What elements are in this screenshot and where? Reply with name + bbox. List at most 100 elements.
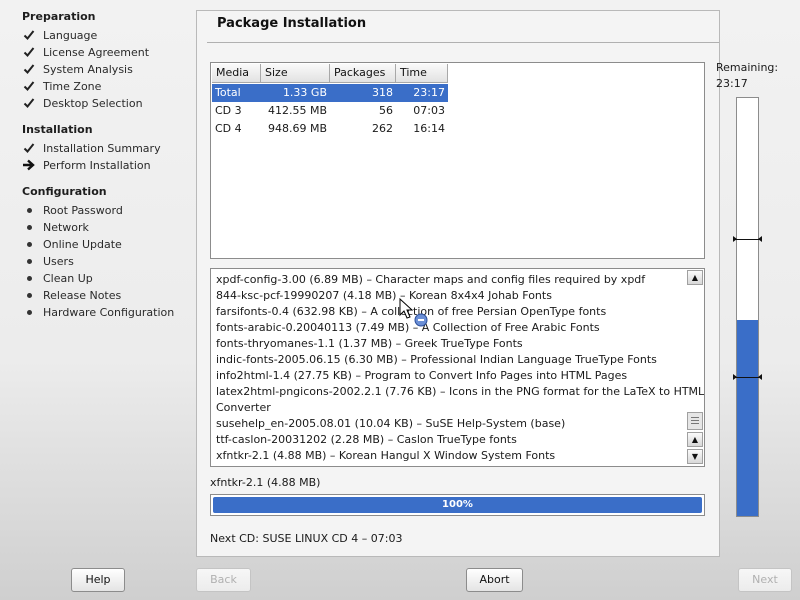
list-item: indic-fonts-2005.06.15 (6.30 MB) – Profe… [216,353,657,366]
abort-button[interactable]: Abort [466,568,523,592]
cell-media: CD 4 [215,122,242,135]
step-label: Root Password [43,203,123,217]
bullet-icon [22,220,36,234]
cell-packages: 56 [379,104,393,117]
scroll-up-button[interactable]: ▲ [687,270,703,285]
list-item: xpdf-config-3.00 (6.89 MB) – Character m… [216,273,646,286]
triangle-up-icon: ▲ [691,435,699,444]
step-label: Perform Installation [43,158,151,172]
list-item: susehelp_en-2005.08.01 (10.04 KB) – SuSE… [216,417,566,430]
list-item: fonts-arabic-0.20040113 (7.49 MB) – A Co… [216,321,600,334]
step-label: Users [43,254,74,268]
checkmark-icon [22,45,36,59]
list-item: ttf-caslon-20031202 (2.28 MB) – Caslon T… [216,433,517,446]
scroll-down-button[interactable]: ▼ [687,449,703,464]
scroll-up-button-lower[interactable]: ▲ [687,432,703,447]
list-item: fonts-thryomanes-1.1 (1.37 MB) – Greek T… [216,337,523,350]
column-header-packages[interactable]: Packages [330,64,396,83]
section-title-installation: Installation [22,123,93,136]
cell-time: 16:14 [413,122,445,135]
bullet-icon [22,305,36,319]
cd-boundary-marker [733,236,762,243]
step-language: Language [22,27,97,43]
package-log[interactable]: xpdf-config-3.00 (6.89 MB) – Character m… [210,268,705,467]
step-installation-summary: Installation Summary [22,140,161,156]
next-button[interactable]: Next [738,568,792,592]
cell-size: 1.33 GB [282,86,327,99]
step-time-zone: Time Zone [22,78,101,94]
table-row-cd4[interactable]: CD 4 948.69 MB 262 16:14 [212,120,448,138]
progress-fill: 100% [213,497,702,513]
section-title-preparation: Preparation [22,10,96,23]
step-label: Network [43,220,89,234]
step-root-password: Root Password [22,202,123,218]
list-item: xfntkr-2.1 (4.88 MB) – Korean Hangul X W… [216,449,556,462]
step-label: Clean Up [43,271,93,285]
step-network: Network [22,219,89,235]
step-desktop-selection: Desktop Selection [22,95,143,111]
step-label: Online Update [43,237,122,251]
step-label: Desktop Selection [43,96,143,110]
checkmark-icon [22,79,36,93]
step-users: Users [22,253,74,269]
remaining-time-label: Remaining: 23:17 [716,60,778,92]
cell-packages: 262 [372,122,393,135]
arrow-right-icon [22,158,36,172]
bullet-icon [22,237,36,251]
list-item: farsifonts-0.4 (632.98 KB) – A collectio… [216,305,607,318]
vertical-scrollbar[interactable]: ▲ ▲ ▼ [687,270,703,465]
remaining-caption: Remaining: [716,61,779,74]
step-system-analysis: System Analysis [22,61,133,77]
bullet-icon [22,203,36,217]
step-release-notes: Release Notes [22,287,121,303]
checkmark-icon [22,28,36,42]
list-item: 844-ksc-pcf-19990207 (4.18 MB) – Korean … [216,289,552,302]
bullet-icon [22,254,36,268]
section-title-configuration: Configuration [22,185,107,198]
title-divider [207,42,719,43]
checkmark-icon [22,62,36,76]
grip-icon [691,417,699,425]
cell-size: 412.55 MB [267,104,327,117]
remaining-time: 23:17 [716,77,748,90]
checkmark-icon [22,96,36,110]
triangle-down-icon: ▼ [691,452,699,461]
back-button[interactable]: Back [196,568,251,592]
package-progress-bar: 100% [210,494,705,516]
page-title: Package Installation [217,16,367,31]
triangle-up-icon: ▲ [691,273,699,282]
step-hardware-configuration: Hardware Configuration [22,304,174,320]
table-row-total[interactable]: Total 1.33 GB 318 23:17 [212,84,448,102]
progress-percent-text: 100% [442,499,473,510]
step-label: Time Zone [43,79,102,93]
package-log-lines: xpdf-config-3.00 (6.89 MB) – Character m… [216,272,705,464]
cell-time: 07:03 [413,104,445,117]
help-button[interactable]: Help [71,568,125,592]
step-label: License Agreement [43,45,150,59]
bullet-icon [22,271,36,285]
list-item: info2html-1.4 (27.75 KB) – Program to Co… [216,369,628,382]
cell-media: Total [215,86,241,99]
list-item: latex2html-pngicons-2002.2.1 (7.76 KB) –… [216,385,705,398]
column-header-media[interactable]: Media [212,64,261,83]
step-perform-installation: Perform Installation [22,157,151,173]
current-package-label: xfntkr-2.1 (4.88 MB) [210,476,321,489]
remaining-progress-bar [733,97,762,517]
step-label: System Analysis [43,62,133,76]
step-label: Installation Summary [43,141,161,155]
next-cd-status: Next CD: SUSE LINUX CD 4 – 07:03 [210,532,403,545]
step-license-agreement: License Agreement [22,44,149,60]
step-label: Hardware Configuration [43,305,175,319]
column-header-time[interactable]: Time [396,64,448,83]
remaining-progress-fill [737,319,758,516]
column-header-size[interactable]: Size [261,64,330,83]
cd-boundary-marker [733,374,762,381]
table-row-cd3[interactable]: CD 3 412.55 MB 56 07:03 [212,102,448,120]
step-clean-up: Clean Up [22,270,93,286]
mouse-pointer-busy-icon [399,298,428,327]
step-online-update: Online Update [22,236,122,252]
table-header: Media Size Packages Time [212,64,448,83]
step-label: Language [43,28,98,42]
scrollbar-thumb[interactable] [687,412,703,430]
media-table[interactable]: Media Size Packages Time Total 1.33 GB 3… [210,62,705,259]
